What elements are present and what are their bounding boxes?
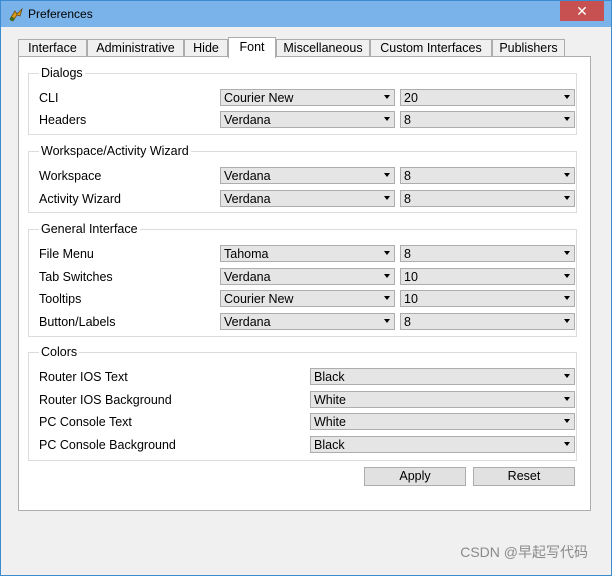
close-button[interactable]: ✕: [560, 1, 604, 21]
chevron-down-icon: [384, 274, 390, 278]
selected-value: Verdana: [224, 315, 271, 329]
row-label: Headers: [39, 113, 87, 127]
group-title: General Interface: [39, 222, 140, 236]
selected-value: Black: [314, 438, 345, 452]
selected-value: Black: [314, 370, 345, 384]
tab-custom-interfaces[interactable]: Custom Interfaces: [370, 39, 492, 56]
font-size-select[interactable]: 8: [400, 245, 575, 262]
chevron-down-icon: [384, 95, 390, 99]
chevron-down-icon: [564, 196, 570, 200]
chevron-down-icon: [564, 173, 570, 177]
chevron-down-icon: [384, 319, 390, 323]
font-family-select[interactable]: Courier New: [220, 290, 395, 307]
font-size-select[interactable]: 8: [400, 167, 575, 184]
group-colors: Colors Router IOS Text Black Router IOS …: [28, 345, 577, 461]
selected-value: 8: [404, 169, 411, 183]
group-dialogs: Dialogs CLI Courier New 20 Headers Verda…: [28, 66, 577, 135]
selected-value: 8: [404, 113, 411, 127]
selected-value: 8: [404, 192, 411, 206]
chevron-down-icon: [564, 296, 570, 300]
selected-value: Verdana: [224, 169, 271, 183]
row-label: Activity Wizard: [39, 192, 121, 206]
font-size-select[interactable]: 10: [400, 268, 575, 285]
chevron-down-icon: [564, 442, 570, 446]
color-select[interactable]: Black: [310, 368, 575, 385]
tab-publishers[interactable]: Publishers: [492, 39, 565, 56]
row-label: CLI: [39, 91, 59, 105]
chevron-down-icon: [384, 196, 390, 200]
tab-hide[interactable]: Hide: [184, 39, 228, 56]
row-label: PC Console Background: [39, 438, 176, 452]
font-size-select[interactable]: 8: [400, 190, 575, 207]
preferences-window: Preferences ✕ Interface Administrative H…: [0, 0, 612, 576]
group-general-interface: General Interface File Menu Tahoma 8 Tab…: [28, 222, 577, 337]
selected-value: 8: [404, 247, 411, 261]
selected-value: Tahoma: [224, 247, 269, 261]
chevron-down-icon: [384, 117, 390, 121]
font-family-select[interactable]: Tahoma: [220, 245, 395, 262]
group-title: Colors: [39, 345, 80, 359]
dialog-client: Interface Administrative Hide Font Misce…: [8, 27, 604, 568]
selected-value: White: [314, 393, 346, 407]
selected-value: Courier New: [224, 292, 294, 306]
color-select[interactable]: White: [310, 391, 575, 408]
group-title: Dialogs: [39, 66, 85, 80]
font-size-select[interactable]: 10: [400, 290, 575, 307]
chevron-down-icon: [564, 117, 570, 121]
window-title: Preferences: [28, 7, 93, 21]
color-select[interactable]: White: [310, 413, 575, 430]
selected-value: White: [314, 415, 346, 429]
selected-value: 10: [404, 292, 418, 306]
font-family-select[interactable]: Verdana: [220, 167, 395, 184]
selected-value: Verdana: [224, 113, 271, 127]
chevron-down-icon: [384, 251, 390, 255]
group-workspace: Workspace/Activity Wizard Workspace Verd…: [28, 144, 577, 213]
selected-value: 20: [404, 91, 418, 105]
row-label: File Menu: [39, 247, 94, 261]
font-size-select[interactable]: 8: [400, 111, 575, 128]
font-family-select[interactable]: Verdana: [220, 111, 395, 128]
title-bar[interactable]: Preferences ✕: [1, 1, 611, 27]
chevron-down-icon: [384, 173, 390, 177]
apply-button[interactable]: Apply: [364, 467, 466, 486]
selected-value: Verdana: [224, 192, 271, 206]
font-family-select[interactable]: Courier New: [220, 89, 395, 106]
chevron-down-icon: [564, 374, 570, 378]
chevron-down-icon: [564, 319, 570, 323]
group-title: Workspace/Activity Wizard: [39, 144, 191, 158]
font-panel: Dialogs CLI Courier New 20 Headers Verda…: [18, 56, 591, 511]
reset-button[interactable]: Reset: [473, 467, 575, 486]
font-family-select[interactable]: Verdana: [220, 268, 395, 285]
tab-font[interactable]: Font: [228, 37, 276, 58]
row-label: Tooltips: [39, 292, 82, 306]
row-label: Router IOS Background: [39, 393, 172, 407]
selected-value: 8: [404, 315, 411, 329]
row-label: Workspace: [39, 169, 102, 183]
row-label: Router IOS Text: [39, 370, 128, 384]
selected-value: 10: [404, 270, 418, 284]
font-size-select[interactable]: 8: [400, 313, 575, 330]
watermark-text: CSDN @早起写代码: [460, 544, 588, 560]
tab-interface[interactable]: Interface: [18, 39, 87, 56]
row-label: Tab Switches: [39, 270, 113, 284]
chevron-down-icon: [564, 397, 570, 401]
chevron-down-icon: [384, 296, 390, 300]
selected-value: Courier New: [224, 91, 294, 105]
selected-value: Verdana: [224, 270, 271, 284]
close-icon: ✕: [576, 3, 588, 19]
font-family-select[interactable]: Verdana: [220, 313, 395, 330]
row-label: PC Console Text: [39, 415, 132, 429]
font-size-select[interactable]: 20: [400, 89, 575, 106]
chevron-down-icon: [564, 251, 570, 255]
color-select[interactable]: Black: [310, 436, 575, 453]
app-icon: [9, 7, 23, 22]
chevron-down-icon: [564, 419, 570, 423]
row-label: Button/Labels: [39, 315, 116, 329]
chevron-down-icon: [564, 95, 570, 99]
chevron-down-icon: [564, 274, 570, 278]
font-family-select[interactable]: Verdana: [220, 190, 395, 207]
tab-miscellaneous[interactable]: Miscellaneous: [276, 39, 370, 56]
tab-administrative[interactable]: Administrative: [87, 39, 184, 56]
